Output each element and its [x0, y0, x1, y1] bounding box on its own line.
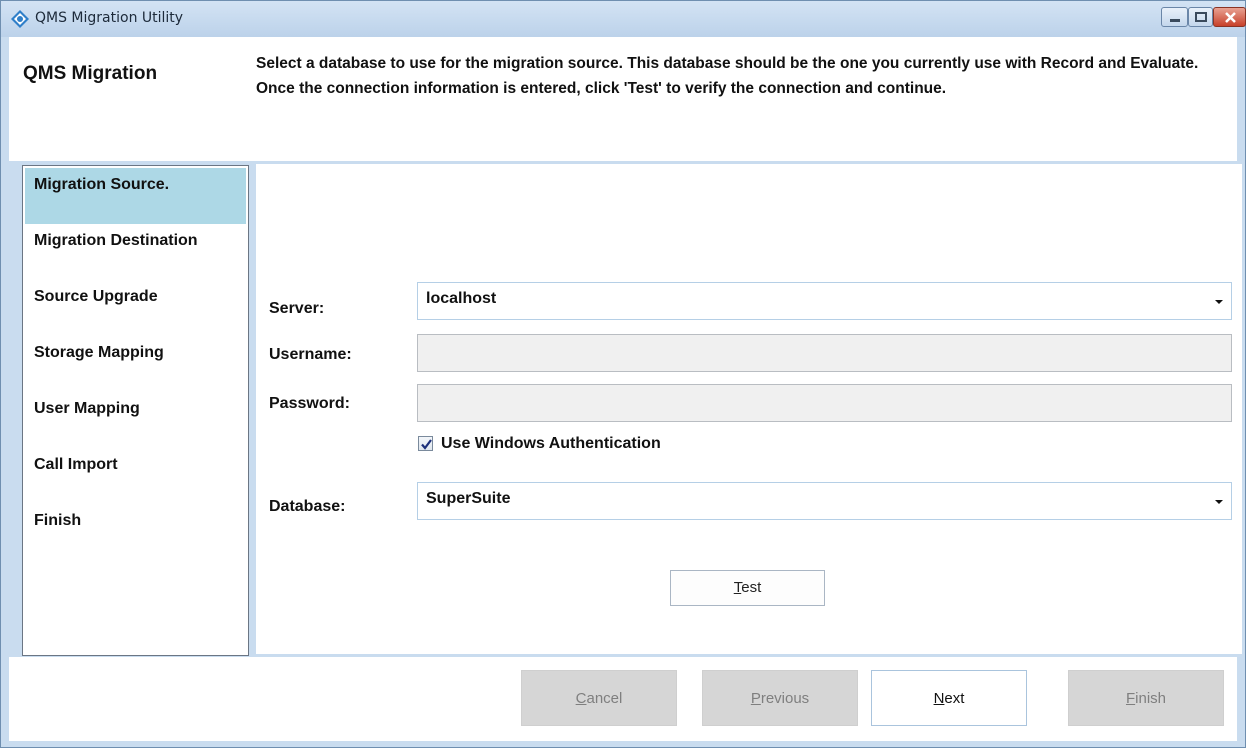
chevron-down-icon[interactable]	[1215, 300, 1223, 304]
finish-button[interactable]: Finish	[1068, 670, 1224, 726]
sidebar-item-source-upgrade[interactable]: Source Upgrade	[25, 280, 246, 336]
windows-auth-checkbox[interactable]	[418, 436, 433, 451]
sidebar-item-storage-mapping[interactable]: Storage Mapping	[25, 336, 246, 392]
chevron-down-icon[interactable]	[1215, 500, 1223, 504]
close-button[interactable]	[1213, 7, 1246, 27]
wizard-instructions: Select a database to use for the migrati…	[256, 55, 1199, 97]
qms-diamond-icon	[11, 10, 29, 28]
minimize-button[interactable]	[1161, 7, 1188, 27]
title-bar[interactable]: QMS Migration Utility	[1, 1, 1246, 37]
cancel-button[interactable]: Cancel	[521, 670, 677, 726]
wizard-header: QMS Migration Select a database to use f…	[9, 37, 1237, 161]
maximize-icon	[1195, 12, 1207, 22]
wizard-steps-sidebar: Migration Source. Migration Destination …	[22, 165, 249, 656]
previous-button[interactable]: Previous	[702, 670, 858, 726]
test-connection-button[interactable]: Test	[670, 570, 825, 606]
cancel-label: ancel	[586, 690, 623, 707]
database-value: SuperSuite	[426, 490, 511, 507]
password-label: Password:	[269, 395, 350, 412]
minimize-icon	[1170, 19, 1180, 22]
server-value: localhost	[426, 290, 497, 307]
sidebar-item-migration-source[interactable]: Migration Source.	[25, 168, 246, 224]
checkmark-icon	[421, 439, 432, 450]
server-label: Server:	[269, 300, 325, 317]
username-label: Username:	[269, 346, 352, 363]
window-title: QMS Migration Utility	[35, 10, 184, 26]
server-combobox[interactable]: localhost	[417, 282, 1232, 320]
next-mnemonic: N	[933, 690, 945, 707]
wizard-title: QMS Migration	[23, 63, 158, 84]
test-label: est	[741, 579, 762, 596]
sidebar-item-call-import[interactable]: Call Import	[25, 448, 246, 504]
sidebar-item-finish[interactable]: Finish	[25, 504, 246, 560]
close-icon	[1225, 12, 1236, 23]
password-field[interactable]	[417, 384, 1232, 422]
username-field[interactable]	[417, 334, 1232, 372]
previous-mnemonic: P	[750, 690, 761, 707]
windows-auth-label[interactable]: Use Windows Authentication	[441, 435, 661, 453]
database-combobox[interactable]: SuperSuite	[417, 482, 1232, 520]
sidebar-item-migration-destination[interactable]: Migration Destination	[25, 224, 246, 280]
app-window: QMS Migration Utility QMS Migration Sele…	[0, 0, 1246, 748]
wizard-footer: Cancel Previous Next Finish	[9, 657, 1237, 741]
database-label: Database:	[269, 498, 346, 515]
next-label: ext	[944, 690, 965, 707]
migration-source-panel: Server: localhost Username: Password: Us…	[256, 164, 1242, 654]
cancel-mnemonic: C	[575, 690, 587, 707]
finish-label: inish	[1135, 690, 1167, 707]
finish-mnemonic: F	[1125, 690, 1136, 707]
previous-label: revious	[760, 690, 810, 707]
sidebar-item-user-mapping[interactable]: User Mapping	[25, 392, 246, 448]
next-button[interactable]: Next	[871, 670, 1027, 726]
maximize-button[interactable]	[1188, 7, 1213, 27]
